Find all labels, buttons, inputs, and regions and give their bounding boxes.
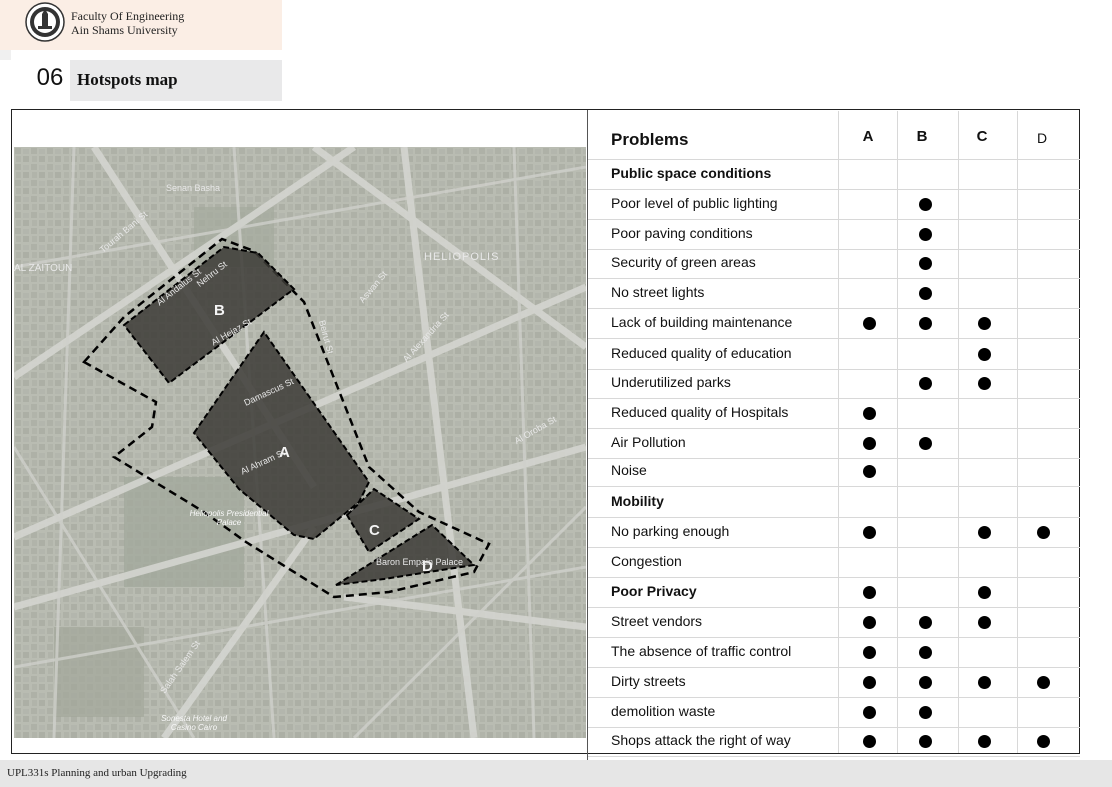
table-row: Air Pollution — [588, 428, 1080, 459]
problem-label: Poor paving conditions — [611, 225, 753, 241]
hotspot-mark-c — [978, 616, 991, 629]
hotspot-mark-b — [919, 676, 932, 689]
table-row: Shops attack the right of way — [588, 726, 1080, 757]
problem-label: Underutilized parks — [611, 374, 731, 390]
hotspot-mark-a — [863, 676, 876, 689]
problem-label: Security of green areas — [611, 254, 756, 270]
hotspot-mark-c — [978, 377, 991, 390]
hotspot-mark-b — [919, 198, 932, 211]
street-label: Baron Empain Palace — [376, 557, 464, 567]
hotspot-mark-c — [978, 348, 991, 361]
table-row: No parking enough — [588, 517, 1080, 548]
faculty-line1: Faculty Of Engineering — [71, 9, 185, 23]
faculty-line2: Ain Shams University — [71, 23, 178, 37]
hotspot-mark-b — [919, 735, 932, 748]
table-row: Reduced quality of education — [588, 339, 1080, 370]
problem-label: Air Pollution — [611, 434, 686, 450]
problem-label: Dirty streets — [611, 673, 686, 689]
hotspot-mark-d — [1037, 735, 1050, 748]
problem-label: demolition waste — [611, 703, 716, 719]
section-number: 06 — [36, 64, 64, 91]
faculty-name: Faculty Of Engineering Ain Shams Univers… — [71, 9, 184, 37]
hotspot-mark-b — [919, 228, 932, 241]
table-row: Poor level of public lighting — [588, 189, 1080, 220]
hotspot-mark-a — [863, 586, 876, 599]
place-label-palace: Heliopolis Presidential Palace — [189, 509, 269, 527]
hotspot-mark-d — [1037, 526, 1050, 539]
hotspot-mark-c — [978, 676, 991, 689]
problem-label: Public space conditions — [611, 165, 772, 181]
hotspot-mark-b — [919, 437, 932, 450]
column-header-b: B — [916, 128, 928, 145]
table-row: Mobility — [588, 487, 1080, 518]
hotspot-mark-b — [919, 317, 932, 330]
problem-label: Mobility — [611, 493, 664, 509]
hotspot-mark-b — [919, 616, 932, 629]
hotspot-mark-b — [919, 287, 932, 300]
hotspot-mark-a — [863, 706, 876, 719]
hotspot-mark-b — [919, 257, 932, 270]
table-row: Underutilized parks — [588, 368, 1080, 399]
table-row: demolition waste — [588, 697, 1080, 728]
table-row: No street lights — [588, 278, 1080, 309]
section-title: Hotspots map — [77, 70, 178, 89]
hotspot-mark-a — [863, 526, 876, 539]
hotspot-mark-b — [919, 377, 932, 390]
problems-header: Problems — [611, 130, 689, 149]
hotspot-mark-a — [863, 437, 876, 450]
problem-label: Reduced quality of education — [611, 345, 792, 361]
table-header-row: Problems A B C D — [588, 111, 1080, 160]
table-row: Lack of building maintenance — [588, 308, 1080, 339]
zone-label-b: B — [214, 302, 225, 319]
hotspot-mark-a — [863, 646, 876, 659]
problem-label: The absence of traffic control — [611, 643, 792, 659]
problem-label: Lack of building maintenance — [611, 314, 793, 330]
hotspot-mark-a — [863, 317, 876, 330]
hotspot-mark-a — [863, 465, 876, 478]
table-row: Dirty streets — [588, 667, 1080, 698]
hotspots-map: B A C D Senan Basha Tourah Bani St Al An… — [14, 147, 586, 738]
problem-label: Poor Privacy — [611, 583, 697, 599]
problem-label: Shops attack the right of way — [611, 732, 791, 748]
table-row: Noise — [588, 456, 1080, 487]
table-row: The absence of traffic control — [588, 637, 1080, 668]
table-row: Public space conditions — [588, 159, 1080, 190]
street-label: Senan Basha — [166, 183, 221, 193]
table-row: Street vendors — [588, 607, 1080, 638]
hotspot-mark-a — [863, 407, 876, 420]
column-header-a: A — [862, 128, 874, 145]
problem-label: Reduced quality of Hospitals — [611, 404, 789, 420]
hotspot-mark-c — [978, 526, 991, 539]
zone-label-c: C — [369, 522, 380, 539]
problem-label: Poor level of public lighting — [611, 195, 778, 211]
table-row: Congestion — [588, 547, 1080, 578]
hotspot-mark-c — [978, 317, 991, 330]
hotspot-mark-d — [1037, 676, 1050, 689]
hotspot-mark-b — [919, 706, 932, 719]
table-row: Security of green areas — [588, 248, 1080, 279]
table-row: Poor paving conditions — [588, 219, 1080, 250]
column-header-d: D — [1036, 130, 1048, 146]
place-label-sonesta: Sonesta Hotel and Casino Cairo — [161, 714, 227, 732]
place-label-heliopolis: HELIOPOLIS — [424, 251, 500, 263]
hotspot-mark-b — [919, 646, 932, 659]
problem-label: No street lights — [611, 284, 705, 300]
problem-label: Congestion — [611, 553, 682, 569]
table-row: Poor Privacy — [588, 577, 1080, 608]
hotspot-mark-c — [978, 735, 991, 748]
column-header-c: C — [976, 128, 988, 145]
place-label-zaitoun: AL ZAITOUN — [14, 263, 73, 274]
problem-label: No parking enough — [611, 523, 730, 539]
table-row: Reduced quality of Hospitals — [588, 398, 1080, 429]
hotspot-mark-a — [863, 735, 876, 748]
university-logo-icon — [25, 2, 65, 42]
footer-text: UPL331s Planning and urban Upgrading — [7, 767, 187, 779]
problem-label: Street vendors — [611, 613, 703, 629]
hotspot-mark-c — [978, 586, 991, 599]
hotspot-mark-a — [863, 616, 876, 629]
map-canvas — [14, 147, 586, 738]
problem-label: Noise — [611, 462, 647, 478]
